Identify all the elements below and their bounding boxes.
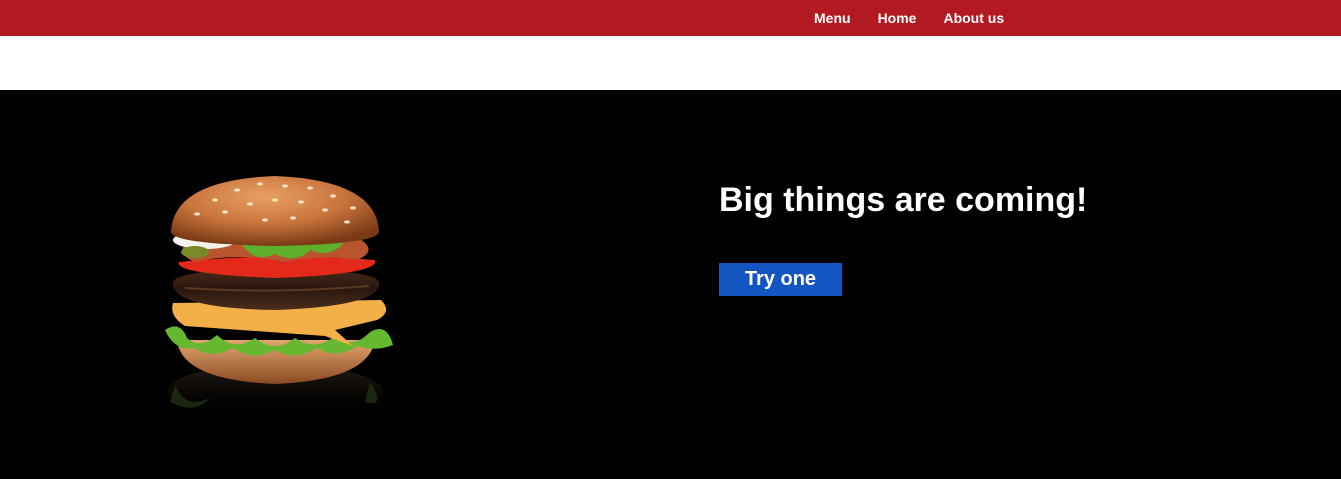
- nav-link-home[interactable]: Home: [878, 0, 917, 36]
- try-one-button[interactable]: Try one: [719, 263, 842, 296]
- hero-section: Big things are coming! Try one: [0, 90, 1341, 479]
- header-spacer: [0, 36, 1341, 90]
- nav-link-about-us[interactable]: About us: [943, 0, 1004, 36]
- main-nav: Menu Home About us: [814, 0, 1031, 36]
- nav-link-menu[interactable]: Menu: [814, 0, 851, 36]
- top-nav-bar: Menu Home About us: [0, 0, 1341, 36]
- burger-image: [125, 170, 425, 440]
- hero-headline: Big things are coming!: [719, 181, 1088, 219]
